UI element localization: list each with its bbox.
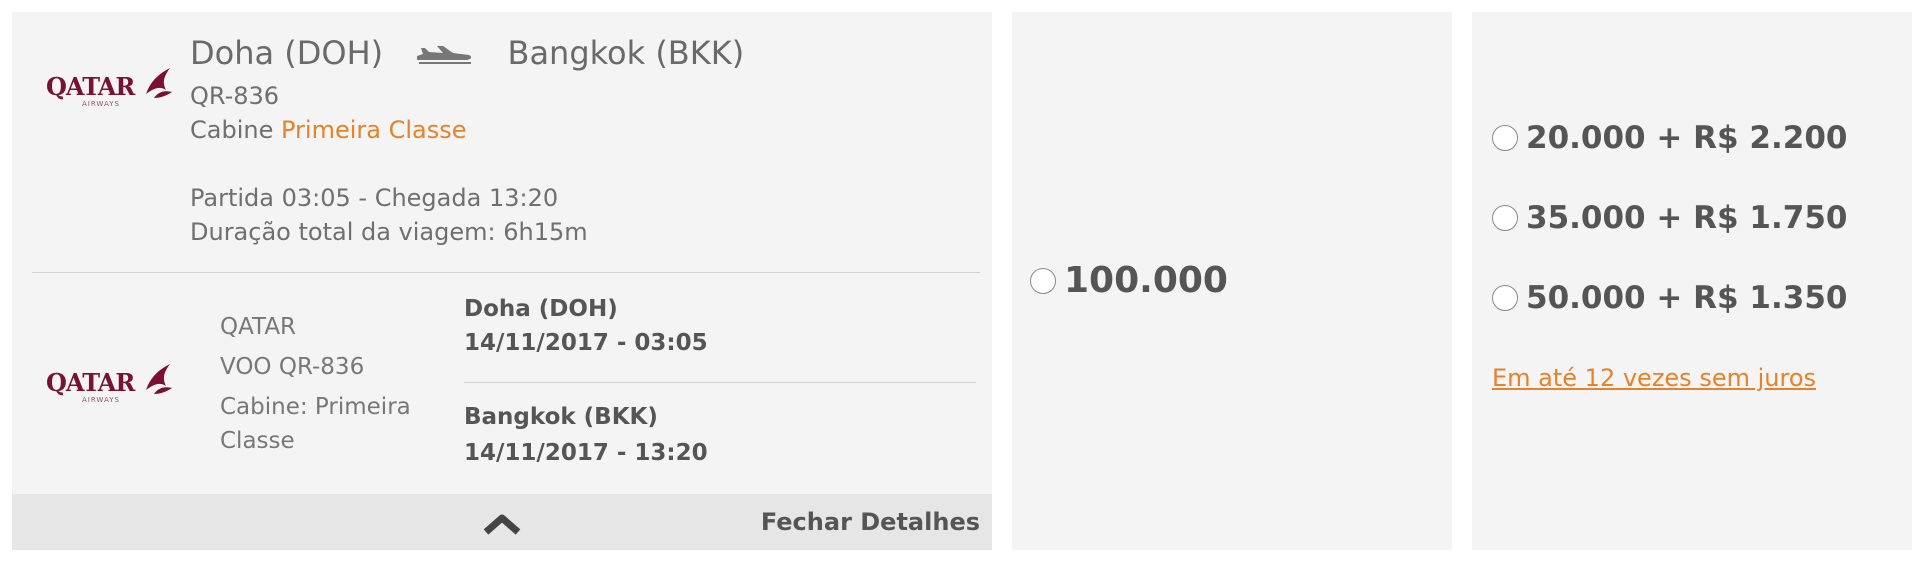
mixed-option-3[interactable]: 50.000 + R$ 1.350 <box>1492 280 1847 316</box>
airline-logo: QATAR AIRWAYS <box>46 60 176 110</box>
mixed-option-2[interactable]: 35.000 + R$ 1.750 <box>1492 200 1847 236</box>
segment-airline: QATAR <box>220 314 297 340</box>
airline-logo-subtext: AIRWAYS <box>82 396 120 404</box>
segment-flight: VOO QR-836 <box>220 354 365 380</box>
radio-icon[interactable] <box>1492 125 1518 151</box>
close-details-button[interactable]: Fechar Detalhes <box>761 508 980 536</box>
cabin-prefix: Cabine <box>190 116 274 144</box>
cabin-class: Primeira Classe <box>280 116 467 144</box>
flight-times: Partida 03:05 - Chegada 13:20 <box>190 184 559 212</box>
airline-logo-subtext: AIRWAYS <box>82 100 120 108</box>
segment-airline-logo: QATAR AIRWAYS <box>46 356 176 406</box>
mixed-payment-panel: 20.000 + R$ 2.200 35.000 + R$ 1.750 50.0… <box>1472 12 1912 550</box>
departure-datetime: 14/11/2017 - 03:05 <box>464 330 708 356</box>
flight-code: QR-836 <box>190 82 280 110</box>
airline-logo-text: QATAR <box>46 368 135 397</box>
qatar-oryx-logo-icon <box>146 364 172 394</box>
flight-details-panel: QATAR AIRWAYS Doha (DOH) Bangkok (BKK) Q… <box>12 12 992 550</box>
radio-icon[interactable] <box>1492 205 1518 231</box>
mixed-option-label: 20.000 + R$ 2.200 <box>1526 120 1848 156</box>
chevron-up-icon[interactable] <box>482 512 522 540</box>
radio-icon[interactable] <box>1492 285 1518 311</box>
radio-icon[interactable] <box>1030 267 1056 294</box>
flight-duration: Duração total da viagem: 6h15m <box>190 218 588 246</box>
divider <box>32 272 980 273</box>
miles-option[interactable]: 100.000 <box>1030 260 1228 301</box>
installments-link[interactable]: Em até 12 vezes sem juros <box>1492 364 1816 392</box>
arrival-place: Bangkok (BKK) <box>464 404 658 430</box>
departure-place: Doha (DOH) <box>464 296 618 322</box>
airline-logo-text: QATAR <box>46 72 135 101</box>
miles-option-panel: 100.000 <box>1012 12 1452 550</box>
segment-cabin-line1: Cabine: Primeira <box>220 394 411 420</box>
qatar-oryx-logo-icon <box>146 68 172 98</box>
route-title: Doha (DOH) Bangkok (BKK) <box>190 34 744 74</box>
mixed-option-label: 35.000 + R$ 1.750 <box>1526 200 1848 236</box>
cabin-line: Cabine Primeira Classe <box>190 116 467 144</box>
details-bar: Fechar Detalhes <box>12 494 992 550</box>
destination-label: Bangkok (BKK) <box>507 34 745 72</box>
segment-cabin-line2: Classe <box>220 428 295 454</box>
mixed-option-1[interactable]: 20.000 + R$ 2.200 <box>1492 120 1847 156</box>
segment-divider <box>464 382 976 383</box>
miles-value: 100.000 <box>1064 260 1228 301</box>
arrival-datetime: 14/11/2017 - 13:20 <box>464 440 708 466</box>
origin-label: Doha (DOH) <box>190 34 384 72</box>
plane-icon <box>415 36 475 74</box>
mixed-option-label: 50.000 + R$ 1.350 <box>1526 280 1848 316</box>
